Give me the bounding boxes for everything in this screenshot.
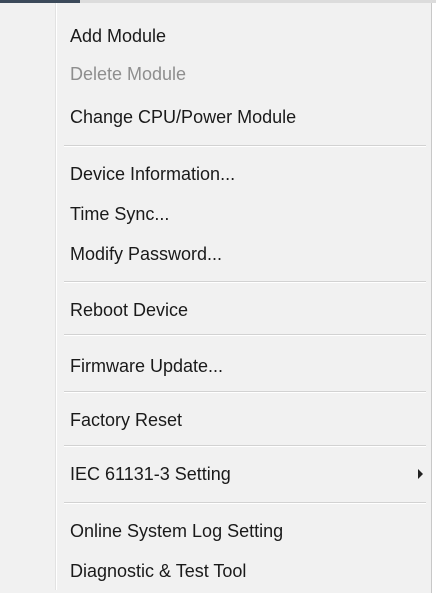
menu-item-add-module[interactable]: Add Module xyxy=(0,20,432,52)
menu-separator xyxy=(64,391,426,393)
menu-separator xyxy=(64,145,426,147)
menu-item-label: Device Information... xyxy=(70,163,236,184)
menu-item-label: Modify Password... xyxy=(70,243,223,264)
menu-item-label: Diagnostic & Test Tool xyxy=(70,560,247,581)
menu-separator xyxy=(64,281,426,283)
menu-item-online-system-log-setting[interactable]: Online System Log Setting xyxy=(0,515,432,547)
menu-item-label: Time Sync... xyxy=(70,203,170,224)
menu-separator xyxy=(64,334,426,336)
submenu-arrow-icon xyxy=(418,469,423,479)
menu-item-label: Online System Log Setting xyxy=(70,520,284,541)
menu-item-label: Delete Module xyxy=(70,63,187,84)
menu-item-factory-reset[interactable]: Factory Reset xyxy=(0,404,432,436)
menu-item-change-cpu-power-module[interactable]: Change CPU/Power Module xyxy=(0,101,432,133)
menu-item-firmware-update[interactable]: Firmware Update... xyxy=(0,350,432,382)
menu-item-label: Factory Reset xyxy=(70,409,183,430)
menu-item-label: Reboot Device xyxy=(70,299,189,320)
menu-item-label: Change CPU/Power Module xyxy=(70,106,297,127)
menu-item-time-sync[interactable]: Time Sync... xyxy=(0,198,432,230)
menu-item-modify-password[interactable]: Modify Password... xyxy=(0,238,432,270)
menu-item-label: Firmware Update... xyxy=(70,355,224,376)
menu-separator xyxy=(64,502,426,504)
menu-separator xyxy=(64,445,426,447)
menu-item-label: IEC 61131-3 Setting xyxy=(70,463,231,484)
menu-item-delete-module[interactable]: Delete Module xyxy=(0,58,432,90)
menu-item-iec-61131-3-setting[interactable]: IEC 61131-3 Setting xyxy=(0,458,432,490)
menu-item-label: Add Module xyxy=(70,25,167,46)
menu-item-diagnostic-test-tool[interactable]: Diagnostic & Test Tool xyxy=(0,555,432,587)
menu-item-reboot-device[interactable]: Reboot Device xyxy=(0,294,432,326)
menu-item-device-information[interactable]: Device Information... xyxy=(0,158,432,190)
